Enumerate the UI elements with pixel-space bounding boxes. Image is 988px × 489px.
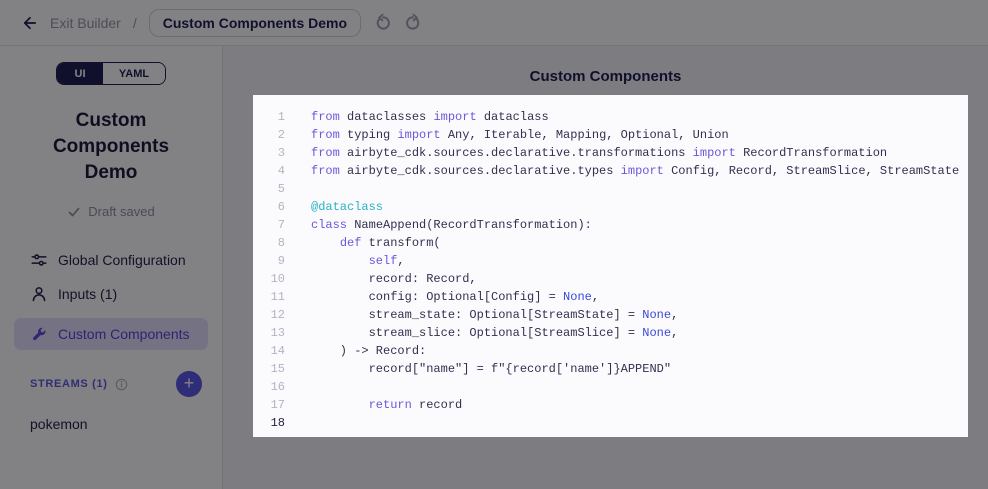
code-line[interactable]: 8 def transform( [253, 234, 968, 252]
main-panel: Custom Components 1 from dataclasses impo… [223, 46, 988, 489]
line-number: 8 [253, 234, 285, 252]
history-buttons [373, 12, 425, 34]
line-number: 9 [253, 252, 285, 270]
page-title: Custom Components [223, 46, 988, 85]
builder-nav: Global Configuration Inputs (1) [0, 243, 222, 354]
streams-heading: STREAMS (1) [30, 378, 108, 390]
line-number: 10 [253, 270, 285, 288]
project-name-input[interactable]: Custom Components Demo [149, 9, 361, 37]
connector-builder-app: Exit Builder / Custom Components Demo [0, 0, 988, 489]
toggle-option-yaml[interactable]: YAML [103, 63, 165, 84]
code-line[interactable]: 18 [253, 414, 968, 432]
code-line[interactable]: 6 @dataclass [253, 198, 968, 216]
sliders-icon [30, 251, 48, 269]
redo-icon [403, 13, 425, 33]
builder-sidebar: UI YAML Custom Components Demo Draft sav… [0, 46, 223, 489]
redo-button[interactable] [403, 12, 425, 34]
line-number: 7 [253, 216, 285, 234]
line-number: 15 [253, 360, 285, 378]
spotlight-ring: Custom Components [10, 314, 212, 354]
back-button[interactable] [18, 11, 42, 35]
info-icon[interactable] [115, 378, 128, 391]
toggle-option-ui[interactable]: UI [57, 63, 103, 84]
line-number: 14 [253, 342, 285, 360]
code-text: stream_state: Optional[StreamState] = No… [311, 306, 678, 324]
sidebar-item-custom-components[interactable]: Custom Components [14, 318, 208, 350]
plus-icon: + [184, 374, 195, 392]
code-text: def transform( [311, 234, 441, 252]
code-text: ) -> Record: [311, 342, 426, 360]
code-text: from typing import Any, Iterable, Mappin… [311, 126, 729, 144]
code-line[interactable]: 4 from airbyte_cdk.sources.declarative.ty… [253, 162, 968, 180]
wrench-icon [30, 325, 48, 343]
code-line[interactable]: 16 [253, 378, 968, 396]
line-number: 6 [253, 198, 285, 216]
exit-builder-link[interactable]: Exit Builder [50, 15, 121, 31]
code-text: record: Record, [311, 270, 477, 288]
sidebar-item-label: Global Configuration [58, 252, 186, 268]
code-line[interactable]: 12 stream_state: Optional[StreamState] =… [253, 306, 968, 324]
sidebar-item-inputs[interactable]: Inputs (1) [0, 277, 222, 311]
draft-status: Draft saved [0, 204, 222, 219]
code-line[interactable]: 5 [253, 180, 968, 198]
draft-status-label: Draft saved [88, 204, 154, 219]
code-text: stream_slice: Optional[StreamSlice] = No… [311, 324, 678, 342]
check-icon [67, 205, 81, 219]
code-line[interactable]: 9 self, [253, 252, 968, 270]
code-line[interactable]: 17 return record [253, 396, 968, 414]
code-text: self, [311, 252, 405, 270]
ui-yaml-toggle: UI YAML [56, 62, 166, 85]
code-text: @dataclass [311, 198, 383, 216]
code-text: from airbyte_cdk.sources.declarative.tra… [311, 144, 887, 162]
add-stream-button[interactable]: + [176, 371, 202, 397]
code-line[interactable]: 14 ) -> Record: [253, 342, 968, 360]
line-number: 13 [253, 324, 285, 342]
line-number: 5 [253, 180, 285, 198]
user-icon [30, 285, 48, 303]
breadcrumb-separator: / [133, 15, 137, 31]
custom-components-code-editor[interactable]: 1 from dataclasses import dataclass 2 from … [253, 95, 968, 437]
code-text: return record [311, 396, 462, 414]
code-text: record["name"] = f"{record['name']}APPEN… [311, 360, 671, 378]
code-line[interactable]: 2 from typing import Any, Iterable, Mappi… [253, 126, 968, 144]
undo-button[interactable] [373, 12, 395, 34]
sidebar-item-global-configuration[interactable]: Global Configuration [0, 243, 222, 277]
code-line[interactable]: 13 stream_slice: Optional[StreamSlice] =… [253, 324, 968, 342]
line-number: 4 [253, 162, 285, 180]
line-number: 2 [253, 126, 285, 144]
line-number: 3 [253, 144, 285, 162]
line-number: 17 [253, 396, 285, 414]
line-number: 1 [253, 108, 285, 126]
sidebar-item-label: Inputs (1) [58, 286, 117, 302]
code-line[interactable]: 11 config: Optional[Config] = None, [253, 288, 968, 306]
code-line[interactable]: 10 record: Record, [253, 270, 968, 288]
streams-header: STREAMS (1) + [0, 371, 222, 397]
arrow-left-icon [21, 14, 39, 32]
code-text: class NameAppend(RecordTransformation): [311, 216, 592, 234]
code-text: config: Optional[Config] = None, [311, 288, 599, 306]
undo-icon [373, 13, 395, 33]
top-bar: Exit Builder / Custom Components Demo [0, 0, 988, 46]
code-line[interactable]: 15 record["name"] = f"{record['name']}AP… [253, 360, 968, 378]
line-number: 12 [253, 306, 285, 324]
builder-title: Custom Components Demo [28, 108, 194, 186]
code-line[interactable]: 3 from airbyte_cdk.sources.declarative.tr… [253, 144, 968, 162]
stream-item-pokemon[interactable]: pokemon [0, 410, 222, 438]
line-number: 16 [253, 378, 285, 396]
line-number: 11 [253, 288, 285, 306]
code-text: from dataclasses import dataclass [311, 108, 549, 126]
code-line[interactable]: 7 class NameAppend(RecordTransformation): [253, 216, 968, 234]
code-line[interactable]: 1 from dataclasses import dataclass [253, 108, 968, 126]
code-text: from airbyte_cdk.sources.declarative.typ… [311, 162, 959, 180]
sidebar-item-label: Custom Components [58, 326, 190, 342]
line-number: 18 [253, 414, 285, 432]
